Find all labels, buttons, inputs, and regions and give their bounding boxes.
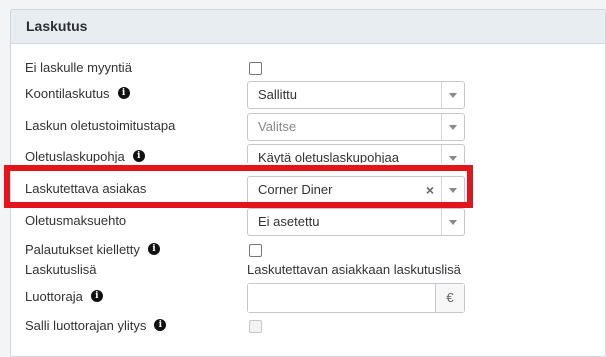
invoice-extra-label: Laskutuslisä xyxy=(25,262,97,277)
default-delivery-method-placeholder: Valitse xyxy=(258,119,297,134)
row-allow-exceed-credit: Salli luottorajan ylitys i xyxy=(25,312,595,340)
collective-invoicing-value: Sallittu xyxy=(258,87,298,102)
info-icon[interactable]: i xyxy=(147,242,160,255)
default-payment-term-label: Oletusmaksuehto xyxy=(25,213,127,228)
currency-addon: € xyxy=(435,284,464,312)
default-invoice-template-value: Käytä oletuslaskupohjaa xyxy=(258,150,399,163)
invoice-extra-value: Laskutettavan asiakkaan laskutuslisä xyxy=(247,262,461,277)
clear-icon[interactable]: × xyxy=(426,177,434,203)
info-icon[interactable]: i xyxy=(90,289,103,302)
chevron-down-icon[interactable] xyxy=(441,82,464,108)
row-no-invoice-sale: Ei laskulle myyntiä xyxy=(25,54,595,82)
default-invoice-template-label: Oletuslaskupohja xyxy=(25,149,125,163)
chevron-down-icon[interactable] xyxy=(441,145,464,163)
row-default-delivery-method: Laskun oletustoimitustapa Valitse xyxy=(25,112,595,141)
collective-invoicing-label-wrap: Koontilaskutus i xyxy=(25,80,130,108)
allow-exceed-credit-label-wrap: Salli luottorajan ylitys i xyxy=(25,312,167,340)
collective-invoicing-select[interactable]: Sallittu xyxy=(247,81,465,109)
chevron-down-icon[interactable] xyxy=(441,177,464,203)
default-invoice-template-select[interactable]: Käytä oletuslaskupohjaa xyxy=(247,144,465,163)
returns-prohibited-label: Palautukset kielletty xyxy=(25,242,140,257)
no-invoice-sale-checkbox[interactable] xyxy=(249,62,262,75)
chevron-down-icon[interactable] xyxy=(441,114,464,140)
invoiced-customer-value: Corner Diner xyxy=(258,182,333,197)
info-icon[interactable]: i xyxy=(154,318,167,331)
allow-exceed-credit-checkbox[interactable] xyxy=(249,320,262,333)
row-invoice-extra: Laskutuslisä Laskutettavan asiakkaan las… xyxy=(25,256,595,284)
default-delivery-method-label: Laskun oletustoimitustapa xyxy=(25,118,176,133)
default-delivery-method-select[interactable]: Valitse xyxy=(247,113,465,141)
allow-exceed-credit-label: Salli luottorajan ylitys xyxy=(25,318,147,333)
info-icon[interactable]: i xyxy=(117,86,130,99)
row-invoiced-customer: Laskutettava asiakas Corner Diner × xyxy=(25,175,595,204)
credit-limit-input[interactable] xyxy=(248,284,436,312)
row-default-invoice-template: Oletuslaskupohja i Käytä oletuslaskupohja… xyxy=(25,143,595,163)
invoiced-customer-select[interactable]: Corner Diner × xyxy=(247,176,465,204)
default-invoice-template-label-wrap: Oletuslaskupohja i xyxy=(25,143,145,163)
info-icon[interactable]: i xyxy=(132,149,145,162)
credit-limit-input-group: € xyxy=(247,283,465,313)
no-invoice-sale-label: Ei laskulle myyntiä xyxy=(25,60,132,75)
credit-limit-label-wrap: Luottoraja i xyxy=(25,283,103,311)
panel-title: Laskutus xyxy=(11,10,605,44)
row-default-payment-term: Oletusmaksuehto Ei asetettu xyxy=(25,207,595,236)
credit-limit-label: Luottoraja xyxy=(25,289,83,304)
chevron-down-icon[interactable] xyxy=(441,209,464,235)
default-payment-term-value: Ei asetettu xyxy=(258,214,320,229)
collective-invoicing-label: Koontilaskutus xyxy=(25,86,110,101)
row-collective-invoicing: Koontilaskutus i Sallittu xyxy=(25,80,595,109)
row-credit-limit: Luottoraja i € xyxy=(25,283,595,313)
default-payment-term-select[interactable]: Ei asetettu xyxy=(247,208,465,236)
invoiced-customer-label: Laskutettava asiakas xyxy=(25,181,147,196)
